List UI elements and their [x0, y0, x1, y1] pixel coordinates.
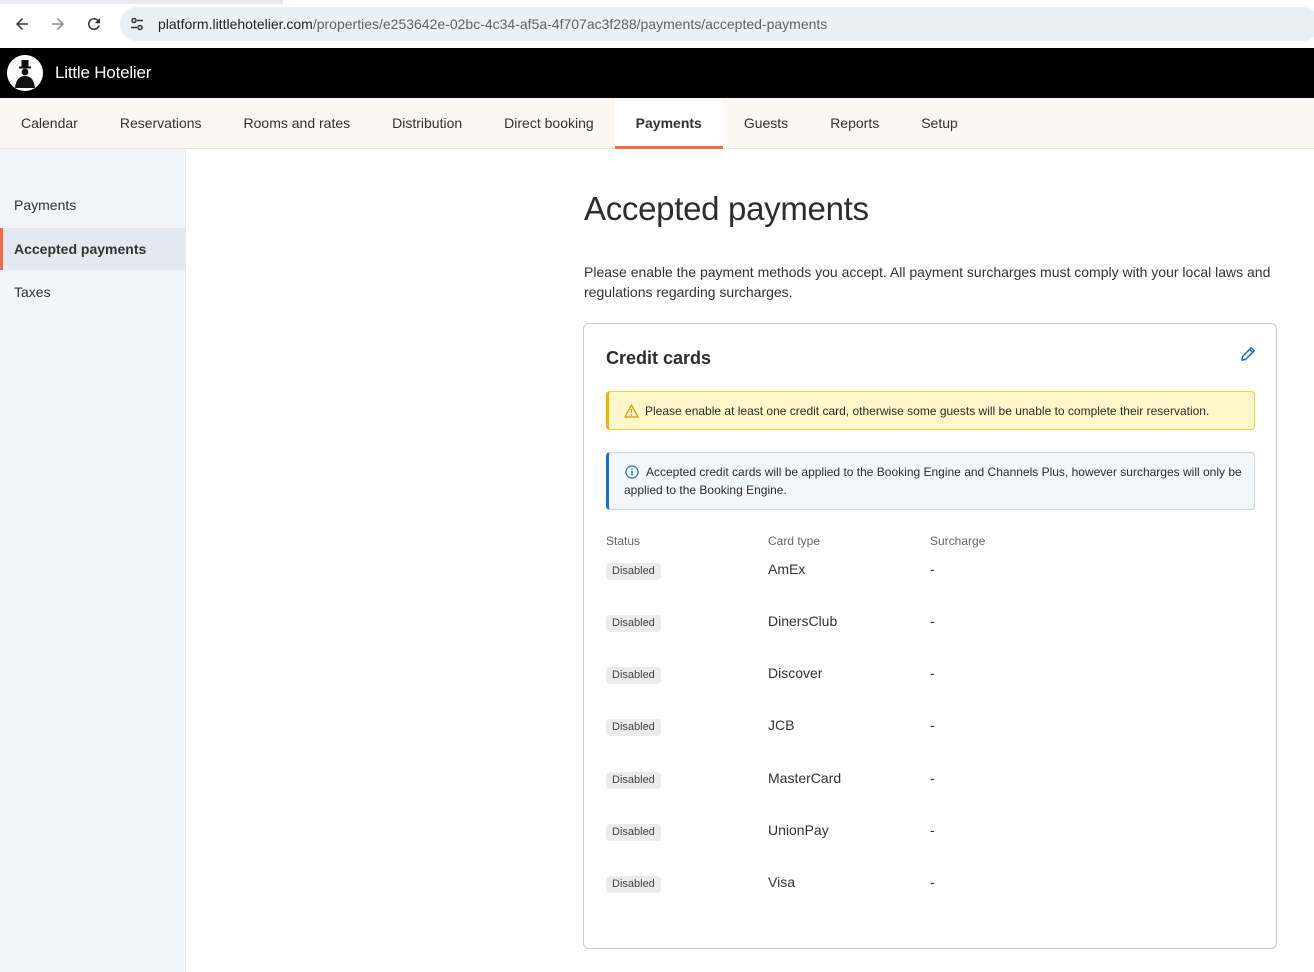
- info-text-wrapper: Accepted credit cards will be applied to…: [624, 463, 1244, 509]
- status-badge: Disabled: [606, 667, 661, 684]
- credit-cards-card: Credit cards Please enable at least one …: [583, 323, 1277, 949]
- column-header-status: Status: [606, 534, 641, 548]
- app-name[interactable]: Little Hotelier: [55, 63, 151, 83]
- tab-calendar[interactable]: Calendar: [0, 98, 99, 148]
- url-path: /properties/e253642e-02bc-4c34-af5a-4f70…: [312, 16, 828, 32]
- address-bar[interactable]: platform.littlehotelier.com/properties/e…: [120, 7, 1314, 41]
- surcharge-value: -: [930, 561, 935, 577]
- main-navigation: Calendar Reservations Rooms and rates Di…: [0, 98, 1314, 149]
- reload-icon[interactable]: [82, 12, 106, 36]
- tab-payments[interactable]: Payments: [614, 98, 723, 149]
- surcharge-value: -: [930, 665, 935, 681]
- sidebar-item-payments[interactable]: Payments: [0, 184, 186, 226]
- warning-text: Please enable at least one credit card, …: [645, 403, 1210, 418]
- url-domain: platform.littlehotelier.com: [158, 16, 313, 32]
- table-row: Disabled AmEx -: [606, 561, 1255, 581]
- info-alert: Accepted credit cards will be applied to…: [606, 452, 1255, 510]
- card-type: JCB: [768, 717, 795, 733]
- card-type: Visa: [768, 874, 795, 890]
- card-type: AmEx: [768, 561, 806, 577]
- site-info-icon[interactable]: [124, 11, 150, 37]
- tab-setup[interactable]: Setup: [900, 98, 979, 148]
- surcharge-value: -: [930, 717, 935, 733]
- forward-arrow-icon[interactable]: [46, 12, 70, 36]
- info-circle-icon: [624, 464, 640, 480]
- tab-direct-booking[interactable]: Direct booking: [483, 98, 615, 148]
- info-text: Accepted credit cards will be applied to…: [624, 465, 1242, 497]
- table-row: Disabled Discover -: [606, 665, 1255, 685]
- status-badge: Disabled: [606, 719, 661, 736]
- table-row: Disabled UnionPay -: [606, 822, 1255, 842]
- tab-rooms-and-rates[interactable]: Rooms and rates: [223, 98, 372, 148]
- card-type: MasterCard: [768, 770, 842, 786]
- status-badge: Disabled: [606, 876, 661, 893]
- column-header-card-type: Card type: [768, 534, 821, 548]
- card-type: DinersClub: [768, 613, 838, 629]
- table-row: Disabled Visa -: [606, 874, 1255, 894]
- browser-toolbar: platform.littlehotelier.com/properties/e…: [0, 0, 1314, 48]
- browser-tab-strip: [0, 0, 283, 4]
- card-title: Credit cards: [606, 348, 712, 368]
- column-header-surcharge: Surcharge: [930, 534, 986, 548]
- status-badge: Disabled: [606, 615, 661, 632]
- page-description: Please enable the payment methods you ac…: [584, 264, 1271, 300]
- hotelier-logo-icon[interactable]: [7, 55, 43, 91]
- tab-distribution[interactable]: Distribution: [371, 98, 483, 148]
- table-row: Disabled JCB -: [606, 717, 1255, 737]
- table-row: Disabled MasterCard -: [606, 770, 1255, 790]
- card-type: Discover: [768, 665, 823, 681]
- surcharge-value: -: [930, 874, 935, 890]
- tab-guests[interactable]: Guests: [723, 98, 809, 148]
- url-text: platform.littlehotelier.com/properties/e…: [158, 16, 827, 32]
- page-title: Accepted payments: [584, 190, 869, 227]
- table-row: Disabled DinersClub -: [606, 613, 1255, 633]
- surcharge-value: -: [930, 822, 935, 838]
- warning-triangle-icon: [623, 403, 639, 419]
- app-header: Little Hotelier: [0, 48, 1314, 98]
- sidebar-item-accepted-payments[interactable]: Accepted payments: [0, 228, 186, 270]
- surcharge-value: -: [930, 770, 935, 786]
- tab-reports[interactable]: Reports: [809, 98, 900, 148]
- warning-alert: Please enable at least one credit card, …: [606, 391, 1255, 430]
- sidebar-item-taxes[interactable]: Taxes: [0, 271, 186, 313]
- surcharge-value: -: [930, 613, 935, 629]
- back-arrow-icon[interactable]: [10, 12, 34, 36]
- status-badge: Disabled: [606, 824, 661, 841]
- edit-pencil-icon[interactable]: [1238, 344, 1258, 364]
- status-badge: Disabled: [606, 563, 661, 580]
- sidebar: Payments Accepted payments Taxes: [0, 149, 186, 972]
- card-type: UnionPay: [768, 822, 829, 838]
- status-badge: Disabled: [606, 772, 661, 789]
- tab-reservations[interactable]: Reservations: [99, 98, 223, 148]
